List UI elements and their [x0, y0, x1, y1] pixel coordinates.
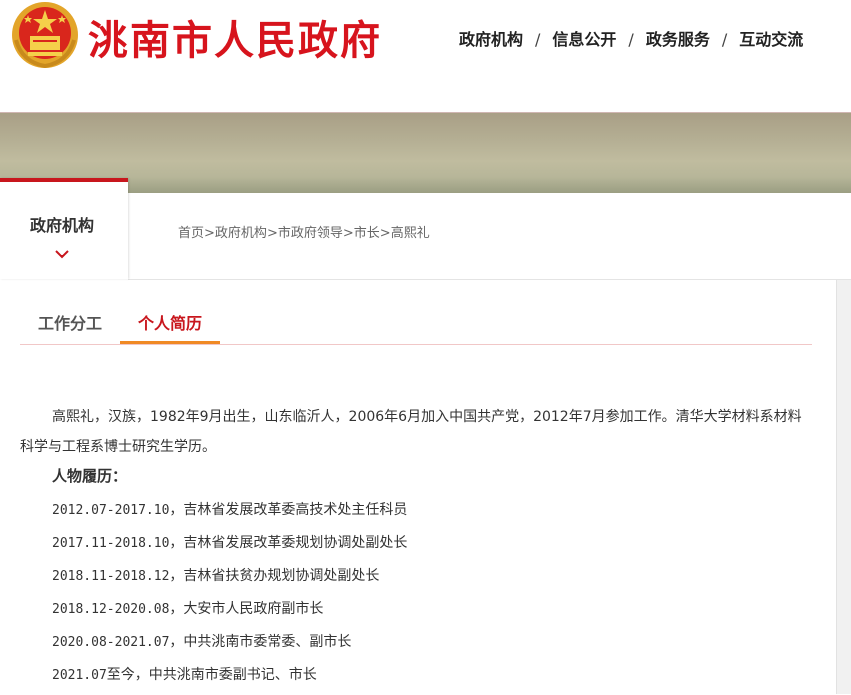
resume-item: 2018.12-2020.08，大安市人民政府副市长 [52, 596, 407, 629]
breadcrumb-current[interactable]: 高熙礼 [391, 226, 430, 241]
nav-item-information-disclosure[interactable]: 信息公开 [552, 26, 616, 50]
nav-item-interaction[interactable]: 互动交流 [739, 26, 803, 50]
breadcrumb-mayor[interactable]: 市长 [354, 226, 380, 241]
resume-item: 2012.07-2017.10，吉林省发展改革委高技术处主任科员 [52, 497, 407, 530]
resume-position: ，吉林省发展改革委规划协调处副处长 [169, 535, 408, 551]
section-tab-label: 政府机构 [29, 216, 94, 235]
resume-period: 2018.11-2018.12 [52, 569, 170, 584]
breadcrumb-separator: > [204, 226, 215, 241]
resume-list: 2012.07-2017.10，吉林省发展改革委高技术处主任科员 2017.11… [52, 497, 407, 695]
nav-item-government-services[interactable]: 政务服务 [646, 26, 710, 50]
nav-separator: / [721, 30, 728, 49]
breadcrumb-separator: > [342, 226, 354, 241]
resume-item: 2020.08-2021.07，中共洮南市委常委、副市长 [52, 629, 407, 662]
nav-separator: / [535, 30, 541, 49]
resume-position: ，大安市人民政府副市长 [169, 601, 324, 617]
resume-item: 2017.11-2018.10，吉林省发展改革委规划协调处副处长 [52, 530, 407, 563]
breadcrumb-government-agencies[interactable]: 政府机构 [215, 226, 267, 241]
right-scroll-strip [836, 280, 851, 694]
section-tab[interactable]: 政府机构 [0, 178, 128, 279]
breadcrumb-separator: > [379, 226, 391, 241]
resume-position: ，吉林省发展改革委高技术处主任科员 [169, 502, 408, 518]
resume-heading: 人物履历： [52, 467, 128, 485]
tab-work-division[interactable]: 工作分工 [20, 310, 120, 344]
profile-intro: 高熙礼，汉族，1982年9月出生，山东临沂人，2006年6月加入中国共产党，20… [20, 409, 802, 455]
resume-period: 2012.07-2017.10 [52, 503, 170, 518]
resume-period: 2020.08-2021.07 [52, 635, 170, 650]
resume-position: ，吉林省扶贫办规划协调处副处长 [169, 568, 380, 584]
chevron-down-icon [55, 250, 69, 259]
breadcrumb: 首页>政府机构>市政府领导>市长>高熙礼 [178, 222, 430, 241]
resume-item: 2018.11-2018.12，吉林省扶贫办规划协调处副处长 [52, 563, 407, 596]
national-emblem-icon[interactable] [8, 0, 82, 70]
resume-position: 至今，中共洮南市委副书记、市长 [106, 667, 317, 683]
site-title[interactable]: 洮南市人民政府 [88, 8, 382, 66]
breadcrumb-city-leaders[interactable]: 市政府领导 [278, 226, 343, 241]
resume-position: ，中共洮南市委常委、副市长 [169, 634, 352, 650]
nav-item-government-agencies[interactable]: 政府机构 [459, 26, 523, 50]
tab-resume[interactable]: 个人简历 [120, 310, 220, 344]
resume-item: 2021.07至今，中共洮南市委副书记、市长 [52, 662, 407, 695]
profile-tabs: 工作分工 个人简历 [20, 310, 812, 345]
main-nav: 政府机构 / 信息公开 / 政务服务 / 互动交流 [459, 26, 803, 50]
resume-period: 2018.12-2020.08 [52, 602, 170, 617]
resume-period: 2021.07 [52, 668, 107, 683]
site-header: 洮南市人民政府 政府机构 / 信息公开 / 政务服务 / 互动交流 [0, 0, 851, 112]
breadcrumb-separator: > [266, 226, 278, 241]
resume-period: 2017.11-2018.10 [52, 536, 170, 551]
breadcrumb-home[interactable]: 首页 [178, 226, 204, 241]
nav-separator: / [628, 30, 634, 49]
